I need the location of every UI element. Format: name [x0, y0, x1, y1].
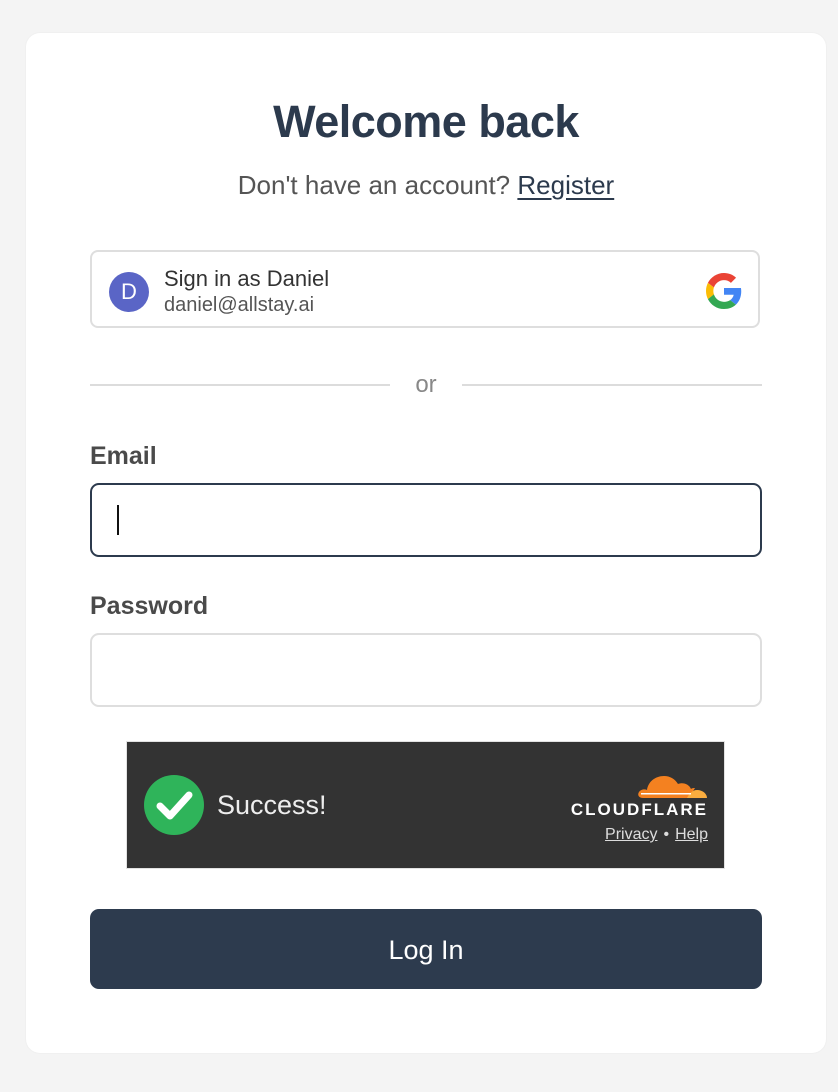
- text-cursor: [117, 505, 119, 535]
- google-g-icon: [706, 273, 742, 309]
- captcha-status: Success!: [217, 790, 327, 820]
- register-link[interactable]: Register: [517, 170, 614, 200]
- cloudflare-captcha-widget: Success! CLOUDFLARE Privacy • Help: [126, 741, 725, 869]
- avatar: D: [109, 272, 149, 312]
- password-field[interactable]: [90, 633, 762, 707]
- help-link[interactable]: Help: [675, 826, 708, 843]
- privacy-link[interactable]: Privacy: [605, 826, 657, 843]
- cloudflare-cloud-icon: [638, 776, 707, 798]
- email-field[interactable]: [90, 483, 762, 557]
- google-signin-button[interactable]: D Sign in as Daniel daniel@allstay.ai: [90, 250, 760, 328]
- cloudflare-wordmark: CLOUDFLARE: [570, 800, 708, 819]
- divider-line-right: [462, 384, 762, 386]
- link-separator: •: [663, 826, 670, 843]
- register-prompt-text: Don't have an account?: [237, 170, 511, 200]
- divider-or: or: [415, 371, 437, 398]
- page-title: Welcome back: [273, 96, 579, 147]
- check-circle-icon: [144, 775, 204, 835]
- divider-line-left: [90, 384, 390, 386]
- email-label: Email: [90, 442, 157, 470]
- login-button[interactable]: Log In: [90, 909, 762, 989]
- google-account-name: Sign in as Daniel: [164, 266, 330, 291]
- google-account-email: daniel@allstay.ai: [164, 294, 315, 316]
- captcha-links: Privacy • Help: [605, 826, 708, 844]
- password-label: Password: [90, 592, 209, 620]
- register-prompt: Don't have an account? Register: [0, 170, 838, 201]
